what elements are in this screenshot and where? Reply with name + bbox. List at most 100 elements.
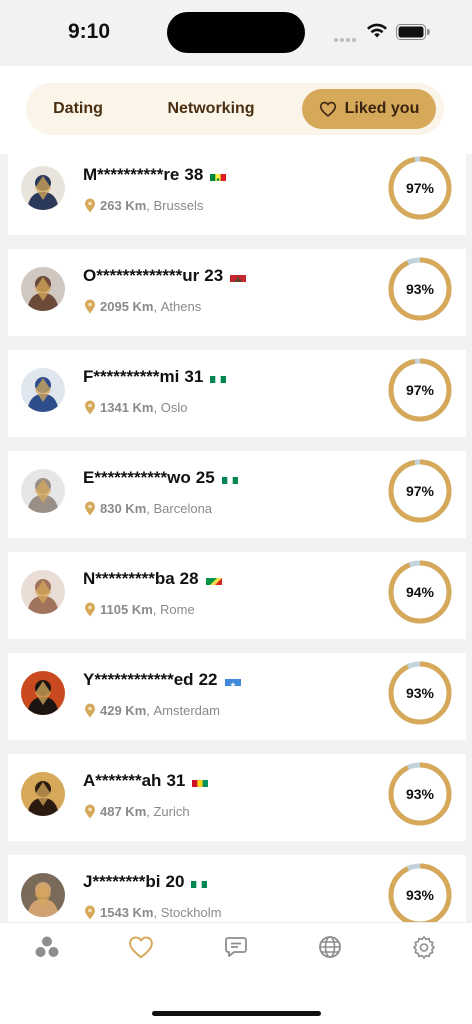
match-city: Oslo bbox=[160, 400, 188, 415]
location-pin-icon bbox=[85, 299, 95, 314]
match-card[interactable]: M**********re 38 263 Km, Brussels 97% bbox=[8, 154, 466, 235]
status-bar: 9:10 bbox=[0, 0, 472, 66]
match-age: 23 bbox=[204, 266, 224, 285]
avatar[interactable] bbox=[21, 873, 65, 917]
match-distance: 1543 Km bbox=[100, 905, 154, 920]
match-name-line: O*************ur 23 bbox=[83, 266, 247, 286]
compatibility-percent: 94% bbox=[405, 584, 435, 600]
match-distance: 1105 Km bbox=[100, 602, 153, 617]
match-card[interactable]: Y************ed 22 429 Km, Amsterdam 93% bbox=[8, 653, 466, 740]
avatar[interactable] bbox=[21, 368, 65, 412]
discover-icon[interactable] bbox=[33, 933, 61, 961]
dynamic-island bbox=[167, 12, 305, 53]
location-separator: , bbox=[146, 703, 154, 718]
location-pin-icon bbox=[85, 602, 95, 617]
somalia-flag-icon bbox=[224, 675, 241, 686]
match-age: 38 bbox=[184, 165, 204, 184]
match-age: 25 bbox=[195, 468, 215, 487]
avatar[interactable] bbox=[21, 772, 65, 816]
match-location: 1105 Km, Rome bbox=[84, 602, 195, 617]
compatibility-percent: 97% bbox=[405, 180, 435, 196]
compatibility-percent: 97% bbox=[405, 483, 435, 499]
location-separator: , bbox=[146, 804, 154, 819]
match-list[interactable]: M**********re 38 263 Km, Brussels 97% O*****… bbox=[0, 154, 472, 922]
cellular-signal-icon bbox=[334, 29, 358, 47]
location-pin-icon bbox=[85, 198, 95, 213]
battery-icon bbox=[396, 24, 430, 45]
nigeria-flag-icon bbox=[210, 372, 227, 383]
avatar[interactable] bbox=[21, 469, 65, 513]
location-separator: , bbox=[152, 602, 160, 617]
match-location: 263 Km, Brussels bbox=[84, 198, 203, 213]
location-separator: , bbox=[153, 299, 161, 314]
match-distance: 429 Km bbox=[100, 703, 147, 718]
avatar[interactable] bbox=[21, 671, 65, 715]
location-pin-icon bbox=[85, 400, 95, 415]
match-name: J********bi bbox=[83, 872, 161, 891]
chat-icon[interactable] bbox=[222, 933, 250, 961]
match-distance: 830 Km bbox=[100, 501, 147, 516]
settings-icon[interactable] bbox=[410, 933, 438, 961]
guinea-flag-icon bbox=[192, 776, 209, 787]
match-city: Amsterdam bbox=[153, 703, 220, 718]
match-card[interactable]: F**********mi 31 1341 Km, Oslo 97% bbox=[8, 350, 466, 437]
match-name-line: A*******ah 31 bbox=[83, 771, 209, 791]
tab-dating[interactable]: Dating bbox=[34, 89, 122, 129]
status-time: 9:10 bbox=[68, 20, 111, 43]
compatibility-percent: 97% bbox=[405, 382, 435, 398]
match-age: 20 bbox=[165, 872, 185, 891]
match-name: N*********ba bbox=[83, 569, 175, 588]
match-distance: 487 Km bbox=[100, 804, 147, 819]
home-indicator bbox=[152, 1011, 321, 1016]
match-age: 31 bbox=[184, 367, 204, 386]
tab-liked-you-label: Liked you bbox=[344, 100, 420, 117]
tab-header: Dating Networking Liked you bbox=[0, 66, 472, 154]
heart-icon[interactable] bbox=[127, 933, 155, 961]
location-pin-icon bbox=[85, 703, 95, 718]
match-age: 31 bbox=[166, 771, 186, 790]
location-separator: , bbox=[153, 400, 161, 415]
match-name: Y************ed bbox=[83, 670, 194, 689]
avatar[interactable] bbox=[21, 166, 65, 210]
nigeria-flag-icon bbox=[221, 473, 238, 484]
bottom-nav bbox=[0, 922, 472, 1024]
compatibility-percent: 93% bbox=[405, 786, 435, 802]
match-card[interactable]: E***********wo 25 830 Km, Barcelona 97% bbox=[8, 451, 466, 538]
match-name-line: M**********re 38 bbox=[83, 165, 227, 185]
segmented-control: Dating Networking Liked you bbox=[26, 83, 444, 135]
location-pin-icon bbox=[85, 804, 95, 819]
match-name-line: J********bi 20 bbox=[83, 872, 208, 892]
compatibility-percent: 93% bbox=[405, 685, 435, 701]
match-city: Barcelona bbox=[153, 501, 213, 516]
location-separator: , bbox=[146, 198, 154, 213]
match-name: O*************ur bbox=[83, 266, 200, 285]
nigeria-flag-icon bbox=[191, 877, 208, 888]
match-card[interactable]: N*********ba 28 1105 Km, Rome 94% bbox=[8, 552, 466, 639]
match-location: 1543 Km, Stockholm bbox=[84, 905, 221, 920]
location-separator: , bbox=[146, 501, 154, 516]
match-location: 1341 Km, Oslo bbox=[84, 400, 187, 415]
match-card[interactable]: J********bi 20 1543 Km, Stockholm 93% bbox=[8, 855, 466, 922]
match-location: 830 Km, Barcelona bbox=[84, 501, 212, 516]
match-name-line: Y************ed 22 bbox=[83, 670, 241, 690]
match-name: F**********mi bbox=[83, 367, 180, 386]
compatibility-percent: 93% bbox=[405, 887, 435, 903]
globe-icon[interactable] bbox=[316, 933, 344, 961]
heart-outline-icon bbox=[319, 101, 336, 117]
match-city: Zurich bbox=[153, 804, 190, 819]
wifi-icon bbox=[366, 22, 388, 44]
tab-liked-you[interactable]: Liked you bbox=[302, 89, 436, 129]
match-card[interactable]: A*******ah 31 487 Km, Zurich 93% bbox=[8, 754, 466, 841]
match-distance: 263 Km bbox=[100, 198, 147, 213]
match-card[interactable]: O*************ur 23 2095 Km, Athens 93% bbox=[8, 249, 466, 336]
avatar[interactable] bbox=[21, 570, 65, 614]
match-location: 487 Km, Zurich bbox=[84, 804, 190, 819]
senegal-flag-icon bbox=[210, 170, 227, 181]
match-location: 2095 Km, Athens bbox=[84, 299, 201, 314]
avatar[interactable] bbox=[21, 267, 65, 311]
match-city: Athens bbox=[160, 299, 202, 314]
morocco-flag-icon bbox=[230, 271, 247, 282]
location-pin-icon bbox=[85, 501, 95, 516]
location-pin-icon bbox=[85, 905, 95, 920]
tab-networking[interactable]: Networking bbox=[142, 89, 280, 129]
